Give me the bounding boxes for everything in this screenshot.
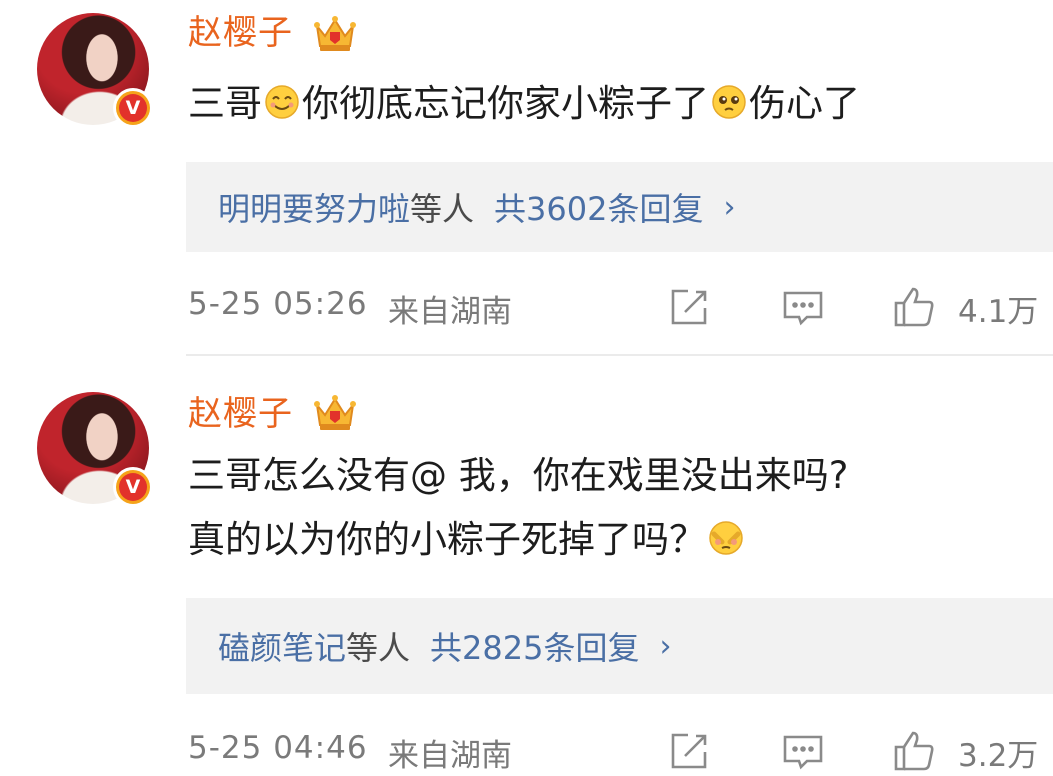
- reply-etc: 等人: [346, 629, 411, 667]
- like-count: 4.1万: [958, 294, 1039, 330]
- sad-emoji-icon: [712, 85, 746, 119]
- comment-time: 5-25 04:46: [188, 730, 368, 766]
- comment-item-1: V 赵樱子 三哥 你彻底忘记你家小粽子了 伤心了 明明要努力啦 等人 共3602条回…: [0, 0, 1053, 356]
- chevron-right-icon: ›: [723, 189, 736, 225]
- like-count: 3.2万: [958, 738, 1039, 774]
- reply-count[interactable]: 共2825条回复: [430, 623, 639, 669]
- author-name[interactable]: 赵樱子: [188, 393, 293, 435]
- repost-icon[interactable]: [666, 284, 712, 330]
- comment-icon[interactable]: [780, 284, 826, 330]
- author-name[interactable]: 赵樱子: [188, 12, 293, 54]
- comment-text-line-1: 三哥怎么没有@ 我，你在戏里没出来吗?: [188, 454, 849, 497]
- replies-summary[interactable]: 明明要努力啦 等人 共3602条回复 ›: [186, 162, 1053, 252]
- comment-text: 三哥怎么没有@ 我，你在戏里没出来吗? 真的以为你的小粽子死掉了吗？: [188, 444, 1023, 572]
- reply-users[interactable]: 磕颜笔记: [218, 623, 346, 669]
- reply-etc: 等人: [410, 190, 475, 228]
- comment-meta: 5-25 05:26 来自湖南 4.1万: [188, 282, 1053, 332]
- crown-icon: [314, 16, 356, 51]
- reply-users[interactable]: 明明要努力啦: [218, 184, 410, 230]
- comment-text-line-2: 真的以为你的小粽子死掉了吗？: [188, 508, 1023, 572]
- avatar[interactable]: V: [37, 13, 153, 128]
- comment-meta: 5-25 04:46 来自湖南 3.2万: [188, 726, 1053, 776]
- comment-time: 5-25 05:26: [188, 286, 368, 322]
- verified-v-icon: V: [113, 88, 153, 128]
- chevron-right-icon: ›: [659, 628, 672, 664]
- repost-icon[interactable]: [666, 728, 712, 774]
- comment-location: 来自湖南: [388, 738, 512, 774]
- comment-location: 来自湖南: [388, 294, 512, 330]
- shy-emoji-icon: [709, 521, 743, 555]
- replies-summary[interactable]: 磕颜笔记 等人 共2825条回复 ›: [186, 598, 1053, 694]
- reply-count[interactable]: 共3602条回复: [494, 184, 703, 230]
- avatar[interactable]: V: [37, 392, 153, 507]
- like-icon[interactable]: [891, 728, 937, 774]
- crown-icon: [314, 395, 356, 430]
- smile-emoji-icon: [265, 85, 299, 119]
- comment-icon[interactable]: [780, 728, 826, 774]
- comment-item-2: V 赵樱子 三哥怎么没有@ 我，你在戏里没出来吗? 真的以为你的小粽子死掉了吗？…: [0, 356, 1053, 776]
- verified-v-icon: V: [113, 467, 153, 507]
- comment-text: 三哥 你彻底忘记你家小粽子了 伤心了: [188, 82, 860, 125]
- like-icon[interactable]: [891, 284, 937, 330]
